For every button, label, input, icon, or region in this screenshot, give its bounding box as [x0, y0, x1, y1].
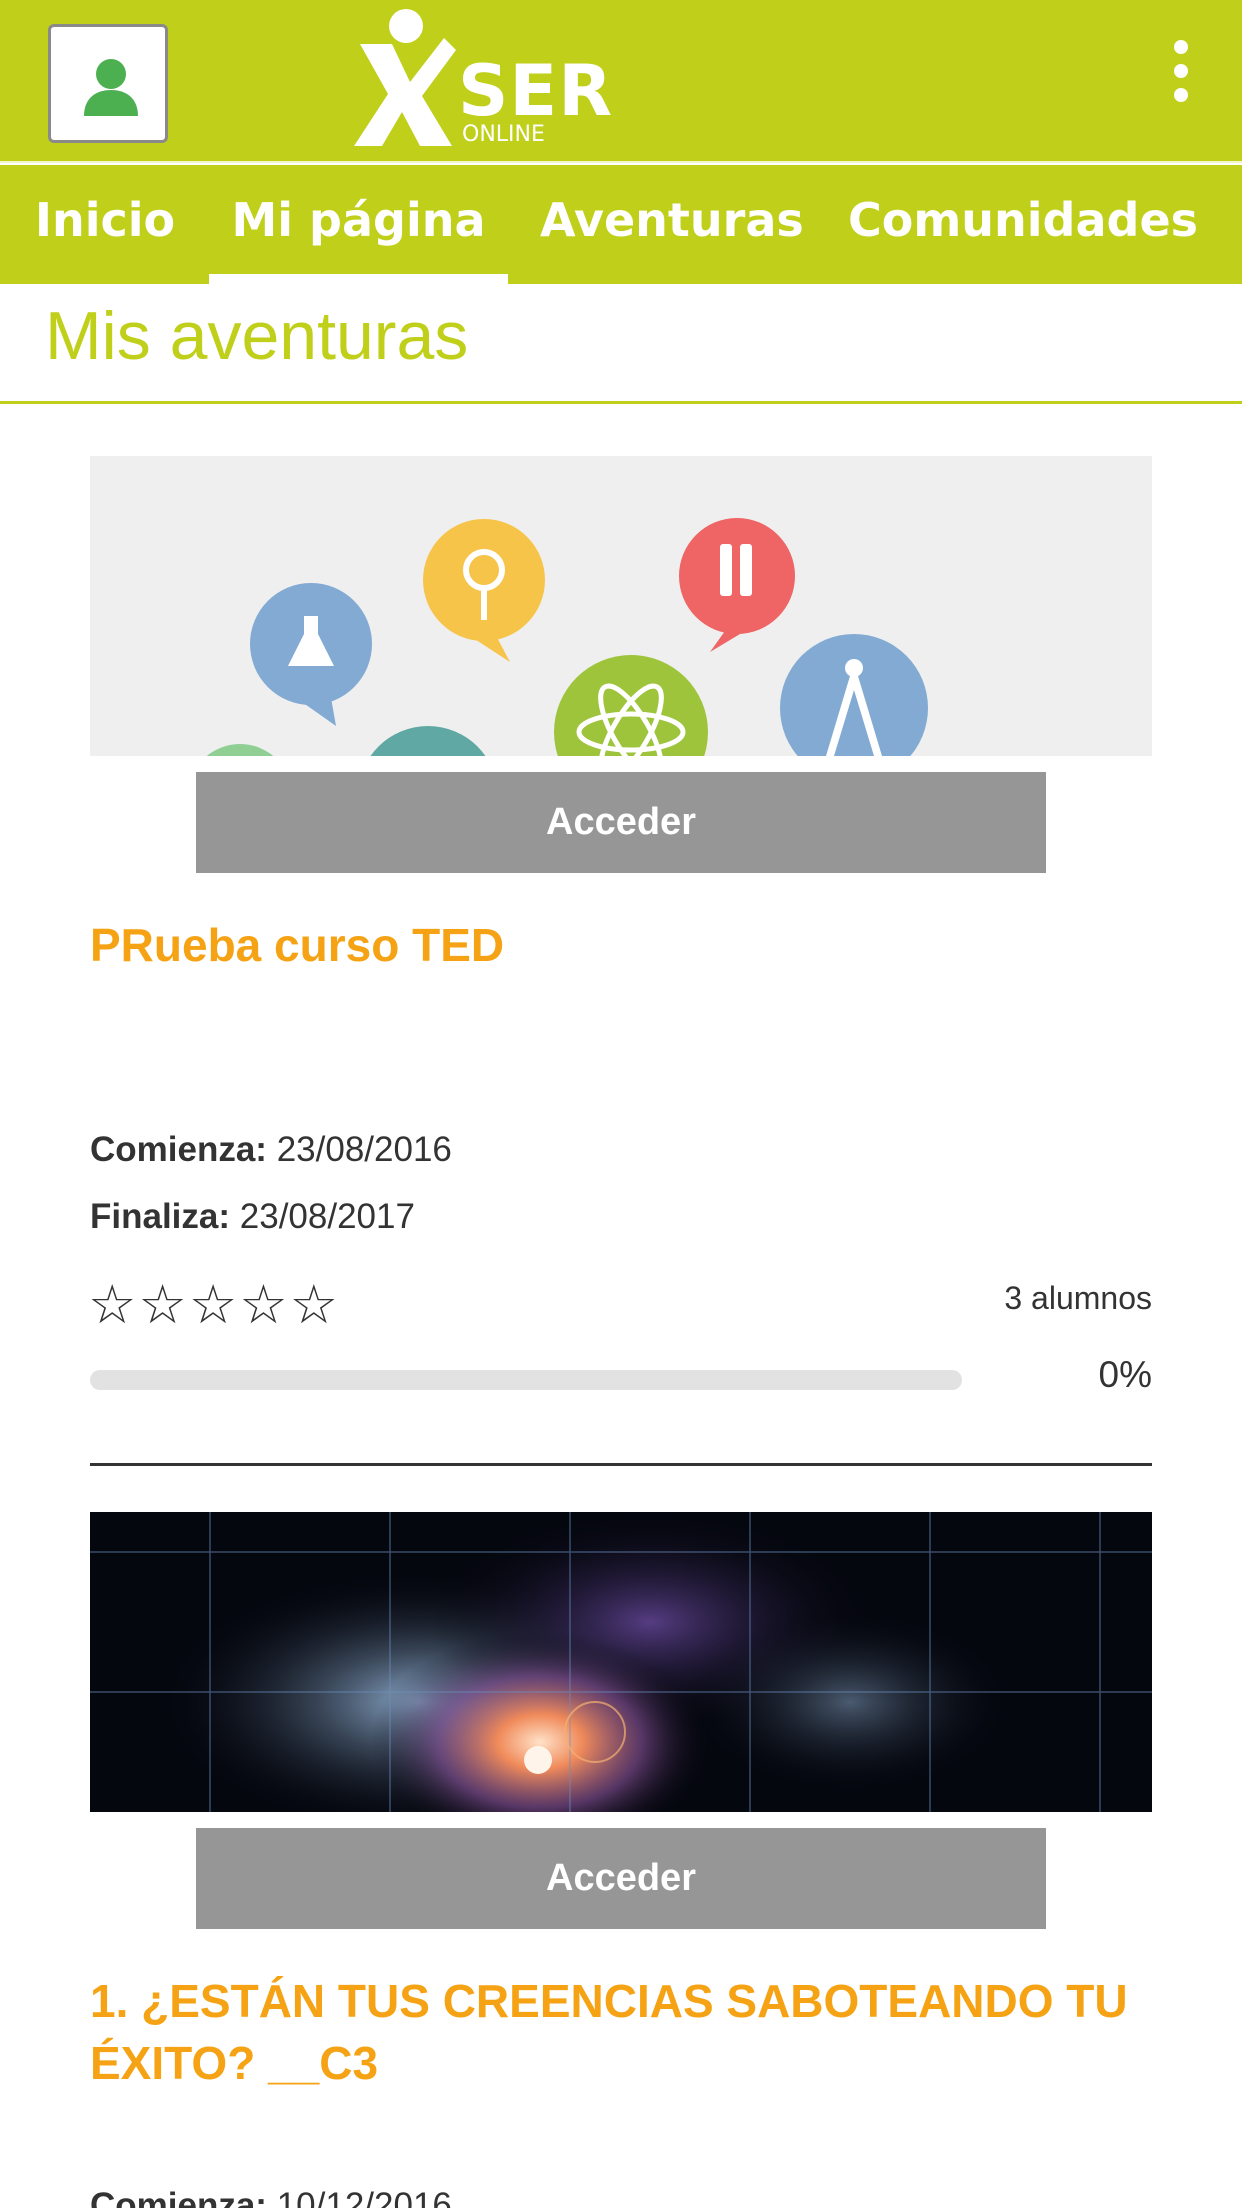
logo-text: SER: [458, 50, 614, 132]
logo-figure-icon: [354, 9, 456, 146]
start-value: 10/12/2016: [276, 2186, 452, 2208]
end-date: Finaliza: 23/08/2017: [90, 1195, 415, 1239]
xser-logo[interactable]: SER ONLINE: [352, 4, 612, 152]
tab-inicio[interactable]: Inicio: [22, 165, 188, 284]
start-date: Comienza: 23/08/2016: [90, 1128, 452, 1172]
start-label: Comienza:: [90, 1130, 267, 1169]
more-menu-icon[interactable]: [1160, 38, 1202, 104]
start-label: Comienza:: [90, 2186, 267, 2208]
course-divider: [90, 1463, 1152, 1466]
course-image[interactable]: [90, 456, 1152, 756]
students-count: 3 alumnos: [1004, 1280, 1152, 1316]
user-icon: [84, 59, 138, 116]
start-value: 23/08/2016: [276, 1130, 452, 1169]
course-title[interactable]: 1. ¿ESTÁN TUS CREENCIAS SABOTEANDO TU ÉX…: [90, 1970, 1152, 2094]
profile-button[interactable]: [48, 24, 168, 143]
app-header: SER ONLINE: [0, 0, 1242, 163]
star-rating[interactable]: ☆☆☆☆☆: [88, 1272, 340, 1338]
main-nav: Inicio Mi página Aventuras Comunidades: [0, 165, 1242, 284]
end-label: Finaliza:: [90, 1197, 231, 1236]
end-value: 23/08/2017: [239, 1197, 415, 1236]
acceder-button[interactable]: Acceder: [196, 772, 1046, 873]
cosmic-nebula-illustration: [90, 1512, 1152, 1812]
title-divider: [0, 401, 1242, 404]
science-icons-illustration: [206, 518, 928, 756]
tab-aventuras[interactable]: Aventuras: [540, 165, 804, 284]
progress-bar: [90, 1370, 962, 1390]
logo-subtext: ONLINE: [462, 122, 545, 147]
course-title[interactable]: PRueba curso TED: [90, 914, 1152, 976]
progress-percent: 0%: [1098, 1354, 1152, 1395]
start-date: Comienza: 10/12/2016: [90, 2184, 452, 2208]
tab-comunidades[interactable]: Comunidades: [848, 165, 1198, 284]
acceder-button[interactable]: Acceder: [196, 1828, 1046, 1929]
tab-mi-pagina[interactable]: Mi página: [209, 165, 508, 284]
page-title: Mis aventuras: [45, 298, 469, 374]
course-image[interactable]: [90, 1512, 1152, 1812]
